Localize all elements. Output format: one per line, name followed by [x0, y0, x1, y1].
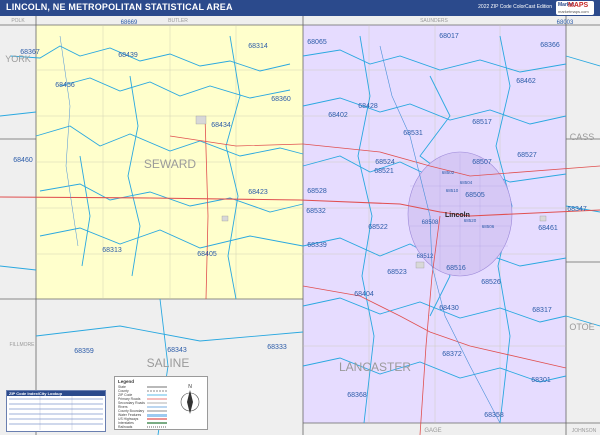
- compass-north-label: N: [188, 384, 192, 390]
- zip-label: 68423: [248, 189, 268, 196]
- zip-label: 68456: [55, 82, 75, 89]
- zip-label: 68404: [354, 291, 374, 298]
- zip-label: 68508: [422, 220, 439, 226]
- zip-label: 68347: [567, 206, 587, 213]
- zip-table-row: [9, 398, 103, 400]
- zip-table-row: [9, 413, 103, 415]
- town-marker: [221, 215, 229, 222]
- publisher-logo: Market MAPS marketmaps.com: [556, 1, 594, 15]
- legend-swatch: [147, 414, 167, 417]
- zip-label: 68523: [387, 269, 407, 276]
- zip-label: 68402: [328, 112, 348, 119]
- zip-label: 68460: [13, 157, 33, 164]
- zip-label: 68462: [516, 78, 536, 85]
- legend-title: Legend: [118, 379, 134, 384]
- zip-label: 68524: [375, 159, 395, 166]
- zip-label: 68527: [517, 152, 537, 159]
- county-label: CASS: [570, 132, 595, 142]
- county-label: FILLMORE: [9, 342, 35, 348]
- zip-label: 68526: [481, 279, 501, 286]
- zip-label: 68517: [472, 119, 492, 126]
- zip-label: 68430: [439, 305, 459, 312]
- town-marker: [415, 261, 425, 269]
- zip-label: 68360: [271, 96, 291, 103]
- zip-label: 68532: [306, 208, 326, 215]
- town-marker: [195, 115, 207, 125]
- zip-label: 68359: [74, 348, 94, 355]
- zip-table-row: [9, 423, 103, 425]
- zip-label: 68366: [540, 42, 560, 49]
- zip-label: 68439: [118, 52, 138, 59]
- zip-label: 68506: [482, 224, 495, 229]
- zip-table-row: [9, 418, 103, 420]
- zip-label: 68358: [484, 412, 504, 419]
- zip-label: 68314: [248, 43, 268, 50]
- logo-line-2: MAPS: [568, 2, 589, 9]
- legend-swatches: [147, 386, 167, 428]
- logo-line-3: marketmaps.com: [558, 9, 589, 14]
- zip-label: 68372: [442, 351, 462, 358]
- town-marker: [539, 215, 547, 222]
- zip-label: 68521: [374, 168, 394, 175]
- zip-label: 68333: [267, 344, 287, 351]
- county-label: SEWARD: [144, 157, 197, 171]
- zip-label: 68343: [167, 347, 187, 354]
- zip-label: 68065: [307, 39, 327, 46]
- zip-label: 68531: [403, 130, 423, 137]
- map-frame: LINCOLN, NE METROPOLITAN STATISTICAL ARE…: [0, 0, 600, 435]
- zip-label: 68003: [557, 20, 574, 26]
- zip-lookup-table: ZIP Code Index/City Lookup: [6, 390, 106, 432]
- zip-label: 68367: [20, 49, 40, 56]
- county-label: GAGE: [424, 428, 441, 434]
- zip-label: 68516: [446, 265, 466, 272]
- zip-label: 68368: [347, 392, 367, 399]
- zip-table-body: [9, 396, 103, 430]
- zip-label: 68434: [211, 122, 231, 129]
- county-label: SALINE: [147, 356, 190, 370]
- zip-label: 68507: [472, 159, 492, 166]
- zip-label: 68301: [531, 377, 551, 384]
- zip-label: 68405: [197, 251, 217, 258]
- zip-table-row: [9, 408, 103, 410]
- zip-table-row: [9, 403, 103, 405]
- legend-item: Railroads: [118, 425, 133, 429]
- zip-table-rows: [9, 398, 103, 425]
- title-bar: LINCOLN, NE METROPOLITAN STATISTICAL ARE…: [0, 0, 600, 16]
- zip-label: 68669: [121, 20, 138, 26]
- zip-label: 68428: [358, 103, 378, 110]
- county-label: POLK: [11, 18, 25, 24]
- zip-label: 68339: [307, 242, 327, 249]
- county-label: LANCASTER: [339, 360, 411, 374]
- zip-label: 68313: [102, 247, 122, 254]
- county-label: OTOE: [569, 322, 594, 332]
- map-title: LINCOLN, NE METROPOLITAN STATISTICAL ARE…: [6, 2, 233, 12]
- zip-label: 68505: [465, 192, 485, 199]
- zip-label: 68502: [442, 170, 455, 175]
- zip-label: 68510: [446, 188, 459, 193]
- county-label: SAUNDERS: [420, 18, 448, 24]
- county-label: JOHNSON: [572, 428, 597, 434]
- compass-icon: N: [180, 384, 200, 414]
- zip-label: 68317: [532, 307, 552, 314]
- map-canvas: SEWARD LANCASTER SALINE YORK CASS OTOE P…: [0, 16, 600, 435]
- zip-label: 68520: [464, 218, 477, 223]
- zip-label: 68461: [538, 225, 558, 232]
- zip-label: 68017: [439, 33, 459, 40]
- legend-items: State County ZIP Code Primary Roads Seco…: [118, 385, 145, 429]
- zip-label: 68512: [417, 254, 434, 260]
- zip-label: 68528: [307, 188, 327, 195]
- zip-label: 68522: [368, 224, 388, 231]
- county-label: BUTLER: [168, 18, 188, 24]
- zip-label: 68504: [460, 180, 473, 185]
- edition-label: 2022 ZIP Code ColorCast Edition: [478, 4, 552, 10]
